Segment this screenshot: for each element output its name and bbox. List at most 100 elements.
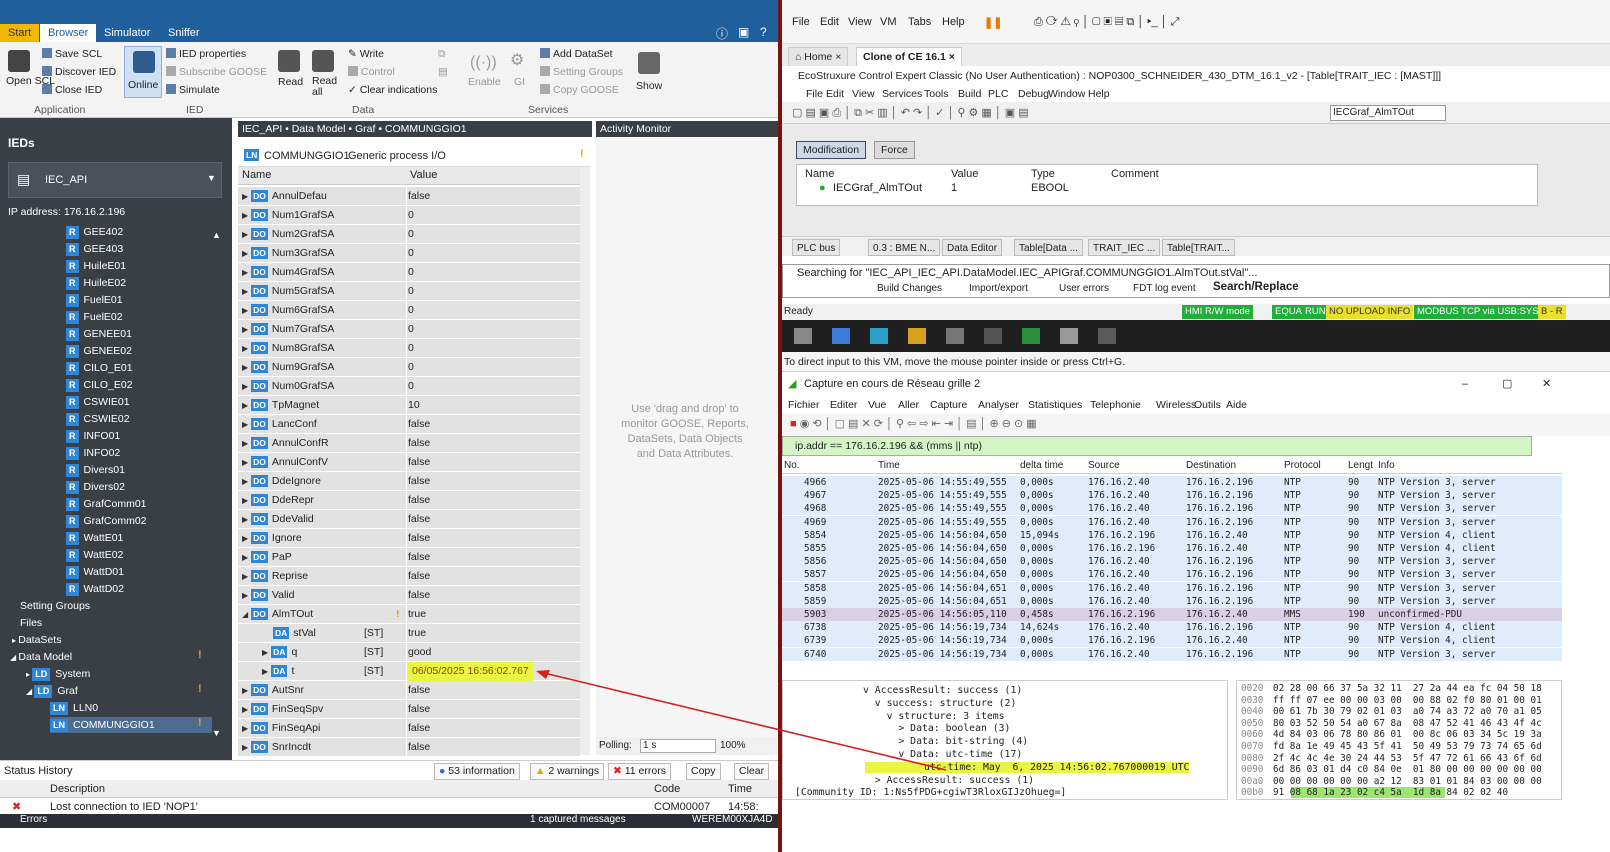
eco-search-combo[interactable]: IECGraf_AlmTOut [1330, 105, 1446, 121]
tree-item-r[interactable]: R GENEE02 [66, 343, 132, 359]
detail-line[interactable]: v success: structure (2) [863, 698, 1017, 709]
data-object-row[interactable]: ▶ DO AnnulConfR false [238, 434, 580, 453]
eco-doc-tab[interactable]: TRAIT_IEC ... [1088, 239, 1161, 256]
ws-menu-item[interactable]: Aide [1226, 396, 1247, 414]
expand-arrow-icon[interactable]: ▶ [262, 643, 268, 662]
hex-bytes[interactable]: 6d 86 03 01 d4 c0 84 0e 01 80 00 00 00 0… [1273, 764, 1542, 775]
expand-arrow-icon[interactable]: ▶ [242, 282, 248, 301]
packet-row[interactable]: 6740 2025-05-06 14:56:19,734 0,000s 176.16.… [782, 647, 1562, 661]
close-ied-button[interactable]: Close IED [42, 84, 102, 96]
tab-sniffer[interactable]: Sniffer [160, 24, 208, 42]
ied-properties-button[interactable]: IED properties [166, 48, 246, 60]
data-object-row[interactable]: ▶ DO Num2GrafSA 0 [238, 225, 580, 244]
expand-arrow-icon[interactable]: ▶ [242, 586, 248, 605]
read-button[interactable]: Read [278, 76, 303, 88]
tree-item-r[interactable]: R GENEE01 [66, 326, 132, 342]
taskbar-app-icon[interactable] [832, 328, 850, 344]
data-object-row[interactable]: ▶ DO DdeRepr false [238, 491, 580, 510]
setting-groups-button[interactable]: Setting Groups [540, 66, 623, 78]
ws-col-header[interactable]: No. [784, 458, 800, 474]
ws-col-header[interactable]: Source [1088, 458, 1120, 474]
tree-lln0[interactable]: LN LLN0 [50, 700, 98, 716]
maximize-icon[interactable]: ▢ [1502, 372, 1512, 396]
save-scl-button[interactable]: Save SCL [42, 48, 102, 60]
expand-arrow-icon[interactable]: ◢ [26, 687, 34, 696]
data-object-row[interactable]: ▶ DO Ignore false [238, 529, 580, 548]
data-object-row[interactable]: ▶ DA t [ST] 06/05/2025 16:56:02.767 [238, 662, 580, 681]
tree-datasets[interactable]: ▸ DataSets [12, 632, 61, 648]
tree-item-r[interactable]: R CILO_E02 [66, 377, 133, 393]
vertical-scrollbar[interactable] [580, 167, 590, 755]
tree-item-r[interactable]: R WattD01 [66, 564, 124, 580]
ws-col-header[interactable]: Protocol [1284, 458, 1321, 474]
vm-menu-tabs[interactable]: Tabs [908, 16, 931, 28]
expand-arrow-icon[interactable]: ▶ [242, 187, 248, 206]
ws-col-header[interactable]: Time [878, 458, 900, 474]
packet-row[interactable]: 4968 2025-05-06 14:55:49,555 0,000s 176.16.… [782, 502, 1562, 516]
eco-menu-item[interactable]: Build [958, 86, 981, 102]
expand-arrow-icon[interactable]: ▶ [242, 206, 248, 225]
hex-bytes[interactable]: fd 8a 1e 49 45 43 5f 41 50 49 53 79 73 7… [1273, 741, 1542, 752]
expand-arrow-icon[interactable]: ▶ [242, 529, 248, 548]
data-object-row[interactable]: ▶ DO FinSeqSpv false [238, 700, 580, 719]
eco-menu-item[interactable]: File [806, 86, 823, 102]
minimize-icon[interactable]: – [1462, 372, 1468, 396]
error-count-button[interactable]: ✖ 11 errors [608, 763, 671, 780]
vm-menu-file[interactable]: File [792, 16, 810, 28]
modification-tab[interactable]: Modification [796, 141, 867, 159]
eco-doc-tab[interactable]: Data Editor [942, 239, 1003, 256]
read-all-button[interactable]: Read all [312, 76, 337, 98]
force-tab[interactable]: Force [874, 141, 915, 159]
enable-button[interactable]: Enable [468, 76, 501, 88]
paste-icon[interactable]: ▤ [438, 66, 448, 78]
data-object-row[interactable]: ▶ DO SnrIncdt false [238, 738, 580, 757]
packet-row[interactable]: 4967 2025-05-06 14:55:49,555 0,000s 176.16.… [782, 489, 1562, 503]
data-object-row[interactable]: ▶ DO Num1GrafSA 0 [238, 206, 580, 225]
data-object-row[interactable]: ▶ DO Num7GrafSA 0 [238, 320, 580, 339]
output-tab[interactable]: Build Changes [877, 283, 942, 294]
expand-arrow-icon[interactable]: ▶ [242, 225, 248, 244]
eco-menu-item[interactable]: View [852, 86, 875, 102]
vm-menu-help[interactable]: Help [942, 16, 965, 28]
vm-menu-view[interactable]: View [848, 16, 872, 28]
tab-clone[interactable]: Clone of CE 16.1 × [856, 47, 962, 66]
tree-graf[interactable]: ◢ LD Graf [26, 683, 78, 699]
expand-arrow-icon[interactable]: ▶ [242, 491, 248, 510]
expand-arrow-icon[interactable]: ▶ [242, 548, 248, 567]
ied-selector[interactable]: ▤ IEC_API ▼ [8, 162, 222, 198]
detail-line[interactable]: > Data: bit-string (4) [863, 736, 1028, 747]
hex-bytes[interactable]: 80 03 52 50 54 a0 67 8a 08 47 52 41 46 4… [1273, 718, 1542, 729]
packet-row[interactable]: 4969 2025-05-06 14:55:49,555 0,000s 176.16.… [782, 515, 1562, 529]
ws-menu-item[interactable]: Vue [868, 396, 886, 414]
packet-row[interactable]: 5855 2025-05-06 14:56:04,650 0,000s 176.16.… [782, 542, 1562, 555]
data-object-row[interactable]: ▶ DO Num8GrafSA 0 [238, 339, 580, 358]
expand-arrow-icon[interactable]: ▶ [242, 339, 248, 358]
ws-menu-item[interactable]: Fichier [788, 396, 820, 414]
copy-icon[interactable]: ⧉ [438, 48, 446, 61]
hex-bytes[interactable]: 4d 84 03 06 78 80 86 01 00 8c 06 03 34 5… [1273, 729, 1542, 740]
eco-doc-tab[interactable]: PLC bus [792, 239, 841, 256]
ws-menu-item[interactable]: Editer [830, 396, 857, 414]
help-icon[interactable]: ? [760, 25, 767, 39]
tree-item-r[interactable]: R HuileE01 [66, 258, 126, 274]
detail-line[interactable]: utc-time: May 6, 2025 14:56:02.767000019… [865, 761, 1190, 773]
variable-value[interactable]: 1 [951, 182, 957, 194]
ws-col-header[interactable]: Info [1378, 458, 1395, 474]
detail-line[interactable]: v Data: utc-time (17) [863, 749, 1022, 760]
ws-col-header[interactable]: delta time [1020, 458, 1063, 474]
expand-arrow-icon[interactable]: ▶ [242, 567, 248, 586]
eco-doc-tab[interactable]: 0.3 : BME N... [868, 239, 941, 256]
tree-item-r[interactable]: R WattD02 [66, 581, 124, 597]
polling-select[interactable]: 1 s [640, 739, 716, 753]
eco-menu-item[interactable]: Services [882, 86, 922, 102]
tree-item-r[interactable]: R FuelE02 [66, 309, 123, 325]
col-value[interactable]: Value [410, 169, 437, 181]
expand-arrow-icon[interactable]: ▶ [242, 263, 248, 282]
taskbar-app-icon[interactable] [870, 328, 888, 344]
display-filter-input[interactable]: ip.addr == 176.16.2.196 && (mms || ntp) [782, 436, 1532, 456]
data-object-row[interactable]: ▶ DO Num6GrafSA 0 [238, 301, 580, 320]
hex-bytes[interactable]: 00 61 7b 30 79 02 01 03 a0 74 a3 72 a0 7… [1273, 706, 1542, 717]
detail-line[interactable]: > AccessResult: success (1) [863, 775, 1034, 786]
data-object-row[interactable]: ▶ DO Num9GrafSA 0 [238, 358, 580, 377]
eco-menu-item[interactable]: Debug [1018, 86, 1049, 102]
